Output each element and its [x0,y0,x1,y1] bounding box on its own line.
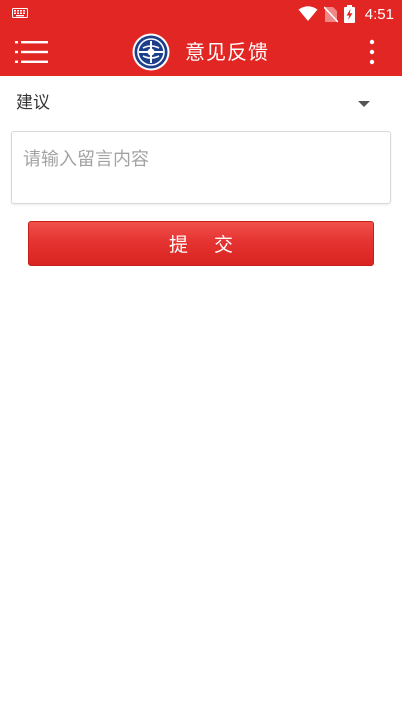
dropdown-arrow-icon [358,101,370,107]
app-bar: 意见反馈 [0,28,402,76]
keyboard-icon [12,8,28,18]
category-dropdown[interactable]: 建议 [0,76,402,130]
menu-icon[interactable] [14,38,50,66]
page-title: 意见反馈 [185,40,269,64]
submit-button[interactable]: 提 交 [28,221,374,266]
more-vert-icon[interactable] [364,38,380,66]
status-bar: 4:51 [0,0,402,28]
no-sim-icon [323,5,338,23]
message-input[interactable] [11,131,391,204]
status-icons: 4:51 [298,4,394,24]
battery-charging-icon [343,5,355,23]
app-logo [132,33,170,71]
wifi-icon [298,6,318,21]
category-selected-value: 建议 [16,93,50,113]
status-time: 4:51 [364,5,394,23]
